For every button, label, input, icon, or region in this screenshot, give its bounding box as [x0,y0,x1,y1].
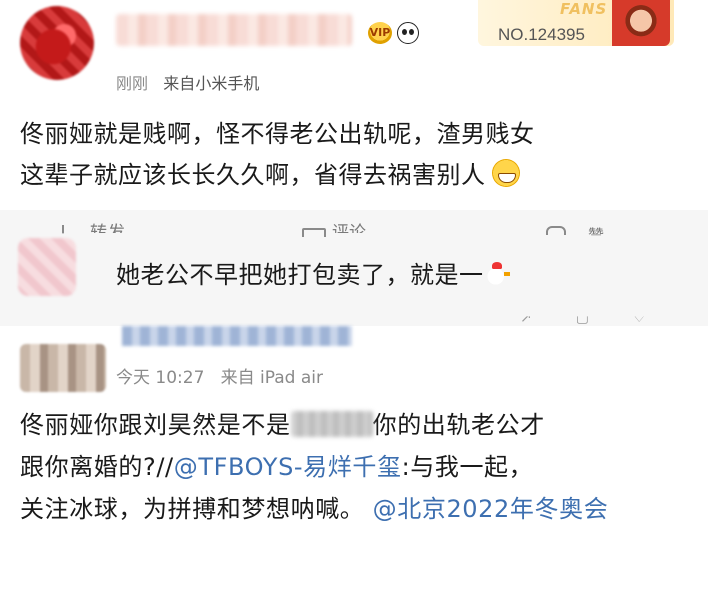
avatar[interactable] [18,238,76,296]
fans-card-avatar [612,0,670,46]
censored-text-blur [290,411,373,437]
avatar[interactable] [20,6,94,80]
post-time: 今天 10:27 [116,368,205,388]
username-blurred[interactable] [122,326,352,346]
post-time: 刚刚 [116,74,149,93]
source-prefix: 来自 [220,368,255,388]
mention-link[interactable]: @北京2022年冬奥会 [373,495,609,523]
post-meta: 刚刚 来自小米手机 [116,70,259,94]
avatar[interactable] [20,344,106,392]
source-prefix: 来自 [163,74,196,93]
panda-icon [397,22,419,44]
post-source: iPad air [260,368,323,388]
post-content-line-with-emoji: 这辈子就应该长长久久啊，省得去祸害别人 [20,155,690,196]
post-content-line: 这辈子就应该长长久久啊，省得去祸害别人 [20,161,486,189]
comment-text-with-emoji: 她老公不早把她打包卖了，就是一 [116,255,510,290]
post-content-part: 关注冰球，为拼搏和梦想呐喊。 [20,495,373,523]
post-content-line: 佟丽娅就是贱啊，怪不得老公出轨呢，渣男贱女 [20,120,535,148]
post-meta: 今天 10:27 来自 iPad air [116,363,323,388]
post-content-part: 跟你离婚的?// [20,453,174,481]
post-content-part: 佟丽娅你跟刘昊然是不是 [20,411,291,439]
post-source: 小米手机 [195,74,260,93]
post-content-part: 你的出轨老公才 [372,411,545,439]
vip-badge-icon: VIP [368,22,392,44]
grinning-face-icon [491,159,520,187]
post-content: 佟丽娅就是贱啊，怪不得老公出轨呢，渣男贱女 这辈子就应该长长久久啊，省得去祸害别… [20,114,690,196]
post-content-part: :与我一起， [401,453,534,481]
post-content: 佟丽娅你跟刘昊然是不是 你的出轨老公才 跟你离婚的?//@TFBOYS-易烊千玺:… [20,404,700,530]
username-blurred[interactable] [116,14,352,46]
comment-text: 她老公不早把她打包卖了，就是一 [116,261,484,289]
chicken-icon [483,262,510,286]
fans-number: NO.124395 [498,25,585,44]
mention-link[interactable]: @TFBOYS-易烊千玺 [174,453,402,481]
fans-label: FANS [560,0,608,18]
